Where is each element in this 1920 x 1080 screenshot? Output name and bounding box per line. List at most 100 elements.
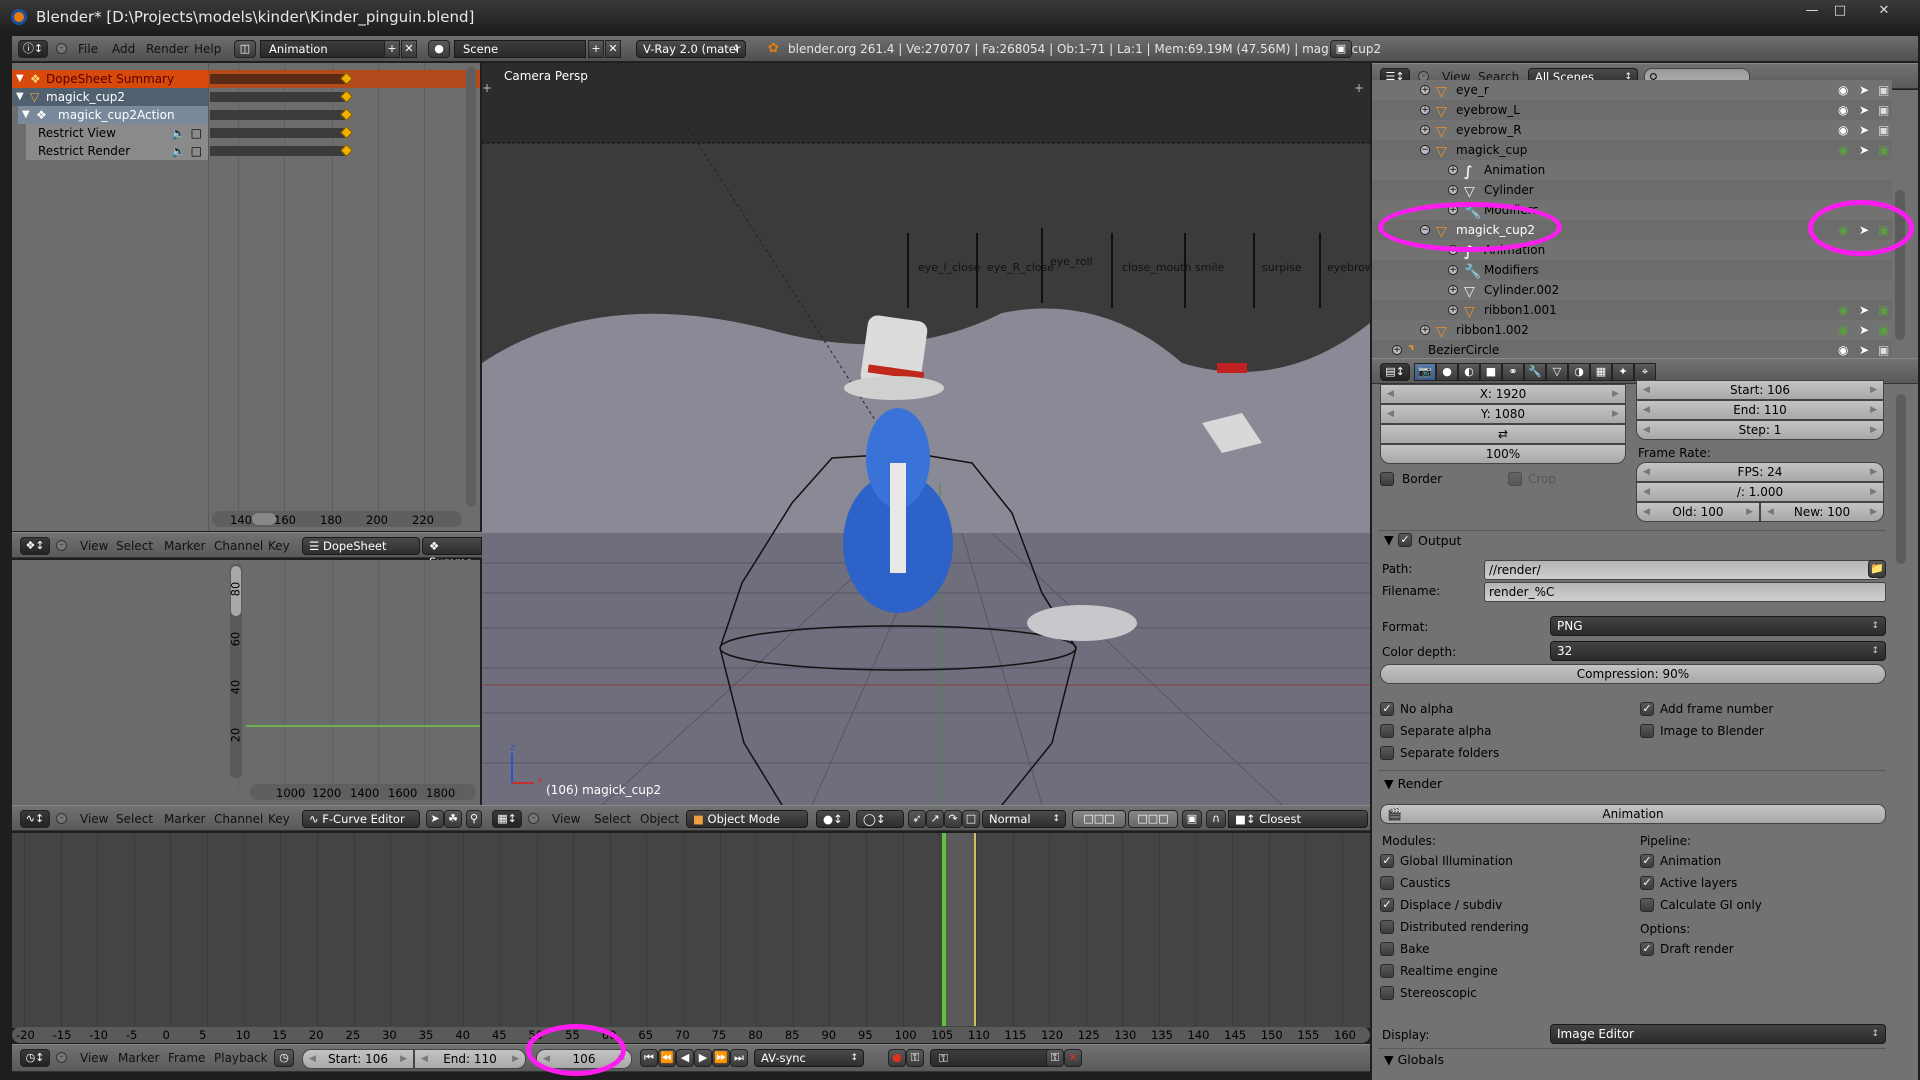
- render-engine-dropdown[interactable]: V-Ray 2.0 (mater ↕: [636, 40, 746, 58]
- menu-view[interactable]: View: [80, 539, 108, 553]
- interaction-mode-dropdown[interactable]: ■ Object Mode: [686, 810, 808, 828]
- add-screen-icon[interactable]: +: [384, 40, 400, 58]
- jump-to-previous-keyframe-icon[interactable]: ⏪: [658, 1049, 676, 1067]
- checkbox-no-alpha[interactable]: ✓: [1380, 702, 1394, 716]
- outliner-row[interactable]: + 🔧 Modifiers: [1372, 260, 1892, 280]
- checkbox-animation[interactable]: ✓: [1640, 854, 1654, 868]
- ghost-curves-icon[interactable]: ☘: [444, 810, 462, 828]
- viewport-shading-dropdown[interactable]: ●↕: [816, 810, 850, 828]
- editor-type-properties-icon[interactable]: ▤↕: [1380, 363, 1410, 381]
- scene-field[interactable]: Scene: [454, 40, 586, 58]
- checkbox-caustics[interactable]: [1380, 876, 1394, 890]
- checkbox-displace-subdiv[interactable]: ✓: [1380, 898, 1394, 912]
- outliner-row[interactable]: + ▽ eyebrow_L ◉ ➤ ▣: [1372, 100, 1892, 120]
- properties-scrollbar[interactable]: [1896, 394, 1906, 564]
- active-keying-set-field[interactable]: ⚿: [930, 1049, 1056, 1067]
- checkbox-draft-render[interactable]: ✓: [1640, 942, 1654, 956]
- selectability-cursor-icon[interactable]: ➤: [1859, 100, 1869, 120]
- resolution-percentage-field[interactable]: 100%: [1380, 444, 1626, 464]
- properties-tab-render-icon[interactable]: 📷: [1414, 363, 1436, 381]
- ruler-scroll-handle[interactable]: [252, 513, 276, 525]
- display-dropdown[interactable]: Image Editor ↕: [1550, 1024, 1886, 1044]
- auto-zoom-icon[interactable]: ⚲: [466, 810, 482, 828]
- renderability-camera-icon[interactable]: ▣: [1878, 80, 1889, 100]
- render-animation-button[interactable]: 🎬 Animation: [1380, 804, 1886, 824]
- outliner-row[interactable]: + ▽ Cylinder: [1372, 180, 1892, 200]
- expand-toggle-icon[interactable]: −: [1420, 145, 1430, 155]
- menu-channel[interactable]: Channel: [214, 812, 263, 826]
- fullscreen-toggle-icon[interactable]: ▣: [1330, 40, 1352, 58]
- timeline-start-field[interactable]: ◀ Start: 106 ▶: [302, 1049, 414, 1069]
- expand-toggle-icon[interactable]: +: [1420, 85, 1430, 95]
- editor-type-timeline-icon[interactable]: ◷↕: [20, 1049, 50, 1067]
- mute-speaker-icon[interactable]: 🔈: [171, 142, 186, 160]
- collapse-menus-icon[interactable]: -: [56, 43, 67, 54]
- checkbox-stereoscopic[interactable]: [1380, 986, 1394, 1000]
- scale-manipulator-icon[interactable]: □: [962, 810, 980, 828]
- expand-toggle-icon[interactable]: +: [1448, 185, 1458, 195]
- dopesheet-mode-dropdown[interactable]: ☰ DopeSheet: [302, 537, 420, 555]
- selectability-cursor-icon[interactable]: ➤: [1859, 140, 1869, 160]
- renderability-camera-icon[interactable]: ▣: [1878, 140, 1889, 160]
- layer-buttons-1[interactable]: □□□: [1072, 810, 1126, 828]
- menu-view[interactable]: View: [552, 812, 580, 826]
- visibility-eye-icon[interactable]: ◉: [1838, 320, 1848, 340]
- sync-mode-dropdown[interactable]: AV-sync ↕: [754, 1049, 864, 1067]
- selectability-cursor-icon[interactable]: ➤: [1859, 80, 1869, 100]
- menu-marker[interactable]: Marker: [164, 812, 205, 826]
- dopesheet-scrollbar[interactable]: [466, 67, 476, 507]
- channel-fcurve[interactable]: Restrict View 🔈 □: [26, 124, 208, 142]
- properties-tab-data-icon[interactable]: ▽: [1546, 363, 1568, 381]
- renderability-camera-icon[interactable]: ▣: [1878, 300, 1889, 320]
- properties-tab-constraints-icon[interactable]: ⚭: [1502, 363, 1524, 381]
- properties-tab-material-icon[interactable]: ◑: [1568, 363, 1590, 381]
- visibility-eye-icon[interactable]: ◉: [1838, 340, 1848, 360]
- outliner-row[interactable]: + ▽ Cylinder.002: [1372, 280, 1892, 300]
- checkbox-calculate-gi-only[interactable]: [1640, 898, 1654, 912]
- frame-end-field[interactable]: ◀ End: 110 ▶: [1636, 400, 1884, 420]
- menu-frame[interactable]: Frame: [168, 1051, 205, 1065]
- format-dropdown[interactable]: PNG ↕: [1550, 616, 1886, 636]
- border-checkbox[interactable]: [1380, 472, 1394, 486]
- selectability-cursor-icon[interactable]: ➤: [1859, 300, 1869, 320]
- jump-to-next-keyframe-icon[interactable]: ⏩: [712, 1049, 730, 1067]
- outliner-row[interactable]: + ▽ eyebrow_R ◉ ➤ ▣: [1372, 120, 1892, 140]
- lock-icon[interactable]: □: [191, 142, 202, 160]
- graph-mode-dropdown[interactable]: ∿ F-Curve Editor: [302, 810, 420, 828]
- output-panel-header[interactable]: ▼: [1384, 532, 1394, 547]
- preview-range-clock-icon[interactable]: ◷: [274, 1049, 294, 1067]
- selectability-cursor-icon[interactable]: ➤: [1859, 320, 1869, 340]
- time-old-field[interactable]: ◀ Old: 100 ▶: [1636, 502, 1760, 522]
- jump-to-end-icon[interactable]: ⏭: [730, 1049, 748, 1067]
- expand-toggle-icon[interactable]: +: [1448, 265, 1458, 275]
- fcurve-line[interactable]: [246, 725, 480, 727]
- jump-to-start-icon[interactable]: ⏮: [640, 1049, 658, 1067]
- properties-tab-scene-icon[interactable]: ●: [1436, 363, 1458, 381]
- globals-panel-header[interactable]: ▼ Globals: [1384, 1052, 1444, 1067]
- properties-tab-physics-icon[interactable]: ⌖: [1634, 363, 1656, 381]
- expand-toggle-icon[interactable]: +: [1420, 125, 1430, 135]
- editor-type-graph-icon[interactable]: ∿↕: [20, 810, 50, 828]
- menu-playback[interactable]: Playback: [214, 1051, 268, 1065]
- menu-marker[interactable]: Marker: [118, 1051, 159, 1065]
- menu-view[interactable]: View: [80, 1051, 108, 1065]
- play-icon[interactable]: ▶: [694, 1049, 712, 1067]
- outliner-row[interactable]: + ▽ eye_r ◉ ➤ ▣: [1372, 80, 1892, 100]
- menu-file[interactable]: File: [78, 42, 98, 56]
- compression-slider[interactable]: Compression: 90%: [1380, 664, 1886, 684]
- frame-step-field[interactable]: ◀ Step: 1 ▶: [1636, 420, 1884, 440]
- menu-select[interactable]: Select: [116, 812, 153, 826]
- expand-toggle-icon[interactable]: +: [1448, 305, 1458, 315]
- maximize-button[interactable]: □: [1826, 2, 1854, 20]
- fcurve-editor[interactable]: 80 60 40 20 1000 1200 1400 1600 1800: [12, 560, 480, 805]
- channel-dopesheet-summary[interactable]: ▼ ❖ DopeSheet Summary: [12, 70, 208, 88]
- crop-checkbox[interactable]: [1508, 472, 1522, 486]
- properties-tab-texture-icon[interactable]: ▦: [1590, 363, 1612, 381]
- properties-editor[interactable]: ◀ X: 1920 ▶ ◀ Y: 1080 ▶ ⇄ 100% Border Crop ◀…: [1372, 380, 1918, 1080]
- menu-key[interactable]: Key: [268, 539, 290, 553]
- snap-target-dropdown[interactable]: ■↕ Closest: [1228, 810, 1368, 828]
- menu-object[interactable]: Object: [640, 812, 679, 826]
- close-button[interactable]: ✕: [1870, 2, 1898, 20]
- checkbox-realtime-engine[interactable]: [1380, 964, 1394, 978]
- selectability-cursor-icon[interactable]: ➤: [1859, 340, 1869, 360]
